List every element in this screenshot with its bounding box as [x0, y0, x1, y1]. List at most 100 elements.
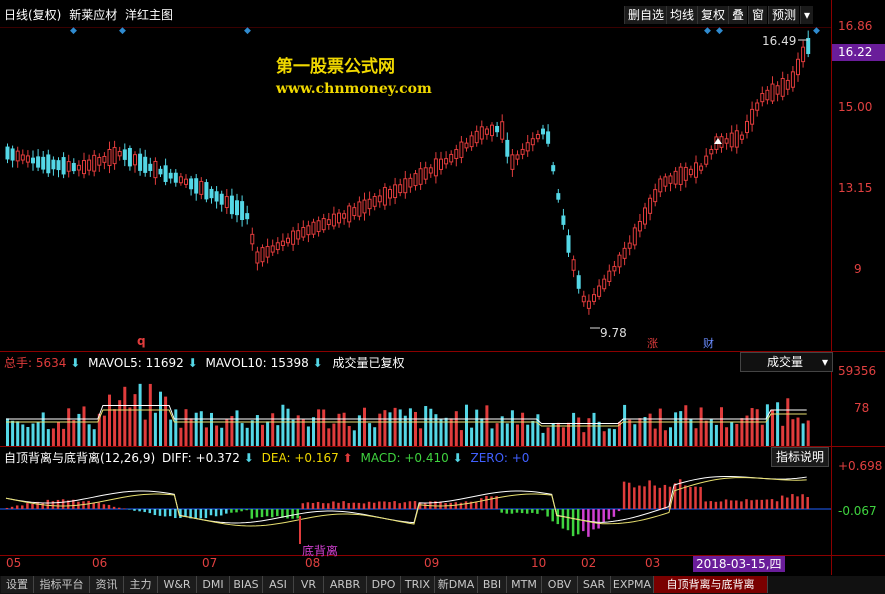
candle-body: [71, 162, 76, 172]
window-button[interactable]: 窗: [748, 6, 768, 24]
month-label: 03: [645, 556, 661, 570]
tab-17[interactable]: EXPMA: [611, 576, 654, 593]
candle-body: [464, 142, 469, 149]
event-marker-q[interactable]: q: [137, 334, 146, 348]
candle-body: [632, 227, 637, 246]
candle-body: [82, 160, 86, 175]
volume-bar: [92, 429, 96, 446]
volume-chart[interactable]: [0, 372, 831, 446]
volume-bar: [623, 404, 627, 446]
tab-3[interactable]: 主力: [124, 576, 158, 593]
candle-body: [122, 149, 127, 160]
candle-body: [418, 168, 423, 185]
volume-bar: [516, 424, 519, 446]
volume-bar: [276, 425, 280, 446]
tab-5[interactable]: DMI: [197, 576, 230, 593]
candle-body: [5, 146, 10, 160]
candle-body: [576, 275, 581, 289]
volume-bar: [164, 396, 168, 446]
candle-body: [704, 155, 709, 165]
candle-body: [469, 135, 474, 148]
tab-2[interactable]: 资讯: [90, 576, 124, 593]
tab-15[interactable]: OBV: [542, 576, 578, 593]
volume-bar: [332, 423, 336, 446]
macd-header: 自顶背离与底背离(12,26,9) DIFF: +0.372 ⬇ DEA: +0…: [4, 449, 529, 466]
tab-13[interactable]: BBI: [478, 576, 507, 593]
volume-indicator-select[interactable]: 成交量 ▾: [740, 352, 833, 372]
tab-4[interactable]: W&R: [158, 576, 197, 593]
toolbar-menu-button[interactable]: ▾: [800, 6, 814, 24]
overlay-label[interactable]: 洋红主图: [125, 8, 173, 22]
tab-16[interactable]: SAR: [578, 576, 611, 593]
restore-rights-button[interactable]: 复权: [697, 6, 729, 24]
candle-body: [362, 199, 367, 214]
indicator-help-button[interactable]: 指标说明: [771, 447, 830, 467]
volume-total-value: 5634: [35, 356, 67, 370]
macd-axis-top: +0.698: [838, 459, 883, 473]
volume-bar: [296, 415, 300, 446]
ma-button[interactable]: 均线: [666, 6, 698, 24]
volume-note: 成交量已复权: [332, 356, 405, 370]
candle-body: [112, 147, 117, 165]
candle-body: [724, 138, 729, 144]
volume-bar: [663, 430, 667, 446]
candle-body: [20, 154, 25, 161]
volume-bar: [674, 412, 678, 446]
candle-body: [668, 175, 673, 184]
macd-chart[interactable]: [0, 466, 831, 555]
volume-bar: [419, 428, 423, 446]
tab-7[interactable]: ASI: [263, 576, 294, 593]
mavol5-label: MAVOL5:: [88, 356, 142, 370]
volume-bar: [531, 420, 535, 446]
tab-9[interactable]: ARBR: [324, 576, 367, 593]
candle-body: [229, 195, 234, 215]
candle-body: [648, 197, 653, 214]
cursor-date-badge: 2018-03-15,四: [693, 556, 785, 572]
period-label[interactable]: 日线(复权): [4, 8, 61, 22]
volume-bar: [46, 429, 50, 446]
overlay-button[interactable]: 叠: [728, 6, 748, 24]
tab-14[interactable]: MTM: [507, 576, 542, 593]
candle-body: [602, 278, 607, 290]
candle-body: [459, 141, 464, 158]
dea-label: DEA:: [261, 451, 291, 465]
tab-12[interactable]: 新DMA: [435, 576, 478, 593]
volume-bar: [210, 412, 213, 446]
delete-favorite-button[interactable]: 删自选: [624, 6, 668, 24]
candle-body: [15, 150, 20, 162]
tab-10[interactable]: DPO: [367, 576, 401, 593]
candle-body: [586, 300, 591, 309]
tab-18[interactable]: 自顶背离与底背离: [654, 576, 768, 593]
volume-bar: [51, 428, 55, 446]
tab-11[interactable]: TRIX: [401, 576, 435, 593]
volume-bar: [16, 421, 20, 446]
volume-bar: [648, 413, 652, 446]
event-marker-cai[interactable]: 财: [703, 335, 714, 351]
low-price-label: 9.78: [600, 326, 627, 340]
candle-body: [194, 178, 199, 194]
month-label: 02: [581, 556, 597, 570]
candle-body: [683, 166, 688, 181]
volume-bar: [67, 408, 71, 446]
candle-body: [709, 149, 714, 155]
tab-6[interactable]: BIAS: [230, 576, 263, 593]
mavol10-label: MAVOL10:: [205, 356, 267, 370]
volume-bar: [220, 427, 224, 446]
volume-bar: [347, 426, 351, 446]
volume-bar: [286, 408, 290, 446]
candle-body: [153, 160, 158, 179]
forecast-button[interactable]: 预测: [768, 6, 800, 24]
volume-bar: [36, 421, 40, 446]
tab-0[interactable]: 设置: [1, 576, 34, 593]
candlestick-chart[interactable]: [0, 28, 831, 351]
tab-8[interactable]: VR: [294, 576, 324, 593]
candle-body: [209, 188, 214, 199]
candle-body: [627, 242, 632, 249]
volume-bar: [245, 427, 249, 446]
candle-body: [745, 120, 749, 134]
event-marker-zhang[interactable]: 涨: [647, 335, 658, 351]
volume-bar: [393, 407, 397, 446]
tab-1[interactable]: 指标平台: [34, 576, 90, 593]
volume-bar: [261, 424, 264, 446]
candle-body: [688, 168, 693, 176]
